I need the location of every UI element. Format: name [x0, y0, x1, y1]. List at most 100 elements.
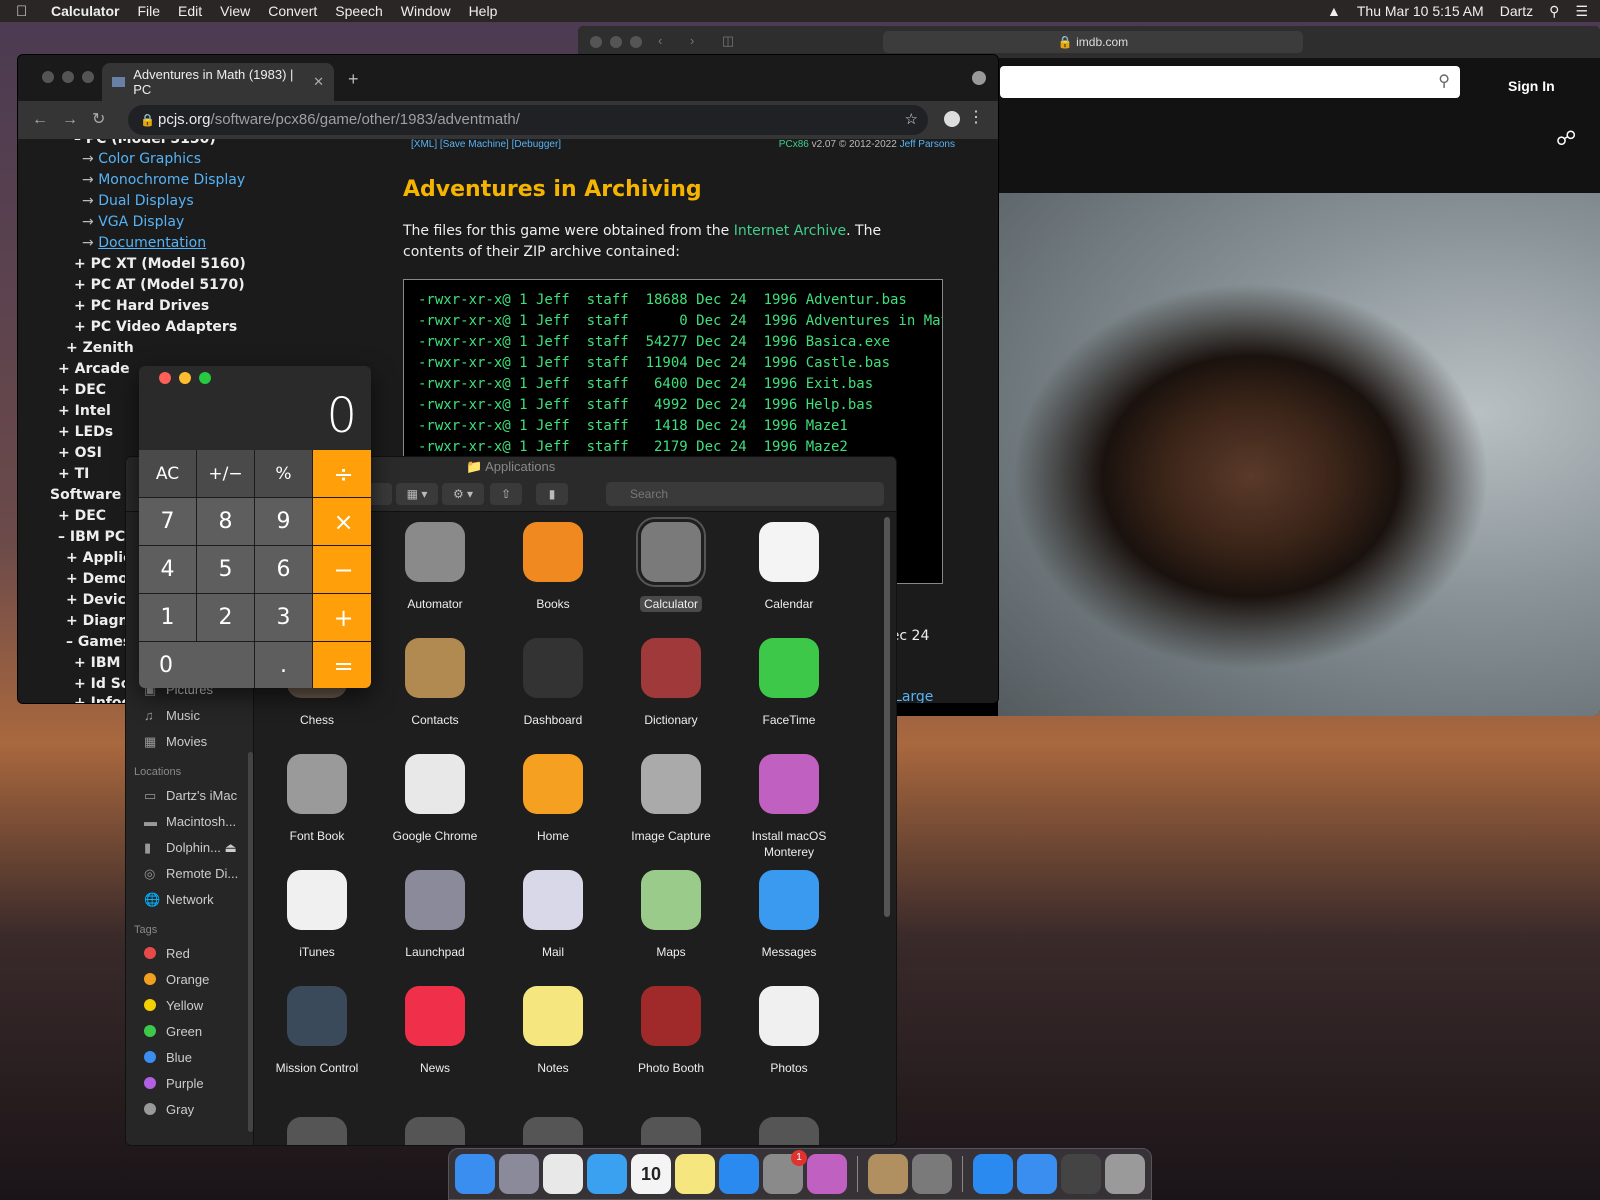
digit-8-button[interactable]: 8 — [197, 498, 254, 545]
menu-convert[interactable]: Convert — [268, 3, 317, 19]
pcx86-link[interactable]: PCx86 — [779, 139, 809, 150]
divide-button[interactable]: ÷ — [313, 450, 371, 497]
grid-view-icon[interactable]: ▦ ▾ — [396, 483, 438, 505]
machine-links[interactable]: [XML] [Save Machine] [Debugger] — [411, 139, 561, 150]
share-icon[interactable]: ⇧ — [490, 483, 522, 505]
calculator-icon[interactable] — [912, 1154, 952, 1194]
share-icon[interactable]: ☍ — [1556, 126, 1576, 151]
app-calculator[interactable]: Calculator — [612, 517, 730, 612]
app-font-book[interactable]: Font Book — [258, 754, 376, 844]
tab-search-icon[interactable] — [972, 71, 986, 85]
sidebar-item-dolphin[interactable]: ▮ Dolphin... ⏏ — [144, 840, 237, 856]
sign-button[interactable]: +∕− — [197, 450, 254, 497]
screenshot-icon[interactable] — [1061, 1154, 1101, 1194]
tree-item[interactable]: + PC Video Adapters — [74, 319, 237, 335]
app-partial-icon[interactable] — [405, 1117, 465, 1145]
app-facetime[interactable]: FaceTime — [730, 638, 848, 728]
tree-link[interactable]: → Color Graphics — [82, 151, 201, 167]
menu-view[interactable]: View — [220, 3, 250, 19]
digit-3-button[interactable]: 3 — [255, 594, 312, 641]
equals-button[interactable]: = — [313, 642, 371, 688]
app-home[interactable]: Home — [494, 754, 612, 844]
app-photos[interactable]: Photos — [730, 986, 848, 1076]
tag-blue[interactable]: Blue — [144, 1050, 192, 1065]
sidebar-item-movies[interactable]: ▦ Movies — [144, 734, 207, 750]
calendar-icon[interactable]: 10 — [631, 1154, 671, 1194]
digit-6-button[interactable]: 6 — [255, 546, 312, 593]
spotlight-icon[interactable]: ⚲ — [1549, 3, 1559, 20]
eject-icon[interactable]: ⏏ — [225, 840, 237, 855]
install-macos-icon[interactable] — [807, 1154, 847, 1194]
digit-9-button[interactable]: 9 — [255, 498, 312, 545]
tree-link[interactable]: → Monochrome Display — [82, 172, 245, 188]
app-messages[interactable]: Messages — [730, 870, 848, 960]
profile-icon[interactable] — [944, 111, 960, 127]
digit-0-button[interactable]: 0 — [139, 642, 254, 688]
close-icon[interactable] — [42, 71, 54, 83]
tree-link[interactable]: → Documentation — [82, 235, 206, 251]
app-automator[interactable]: Automator — [376, 522, 494, 612]
decimal-button[interactable]: . — [255, 642, 312, 688]
tree-item[interactable]: + PC AT (Model 5170) — [74, 277, 245, 293]
tree-item[interactable]: Software — [50, 487, 121, 503]
app-store-folder-icon[interactable] — [973, 1154, 1013, 1194]
tree-item[interactable]: + Zenith — [66, 340, 134, 356]
tree-item[interactable]: + LEDs — [58, 424, 113, 440]
finder-search-input[interactable]: Search — [606, 482, 884, 506]
tag-yellow[interactable]: Yellow — [144, 998, 203, 1013]
menu-file[interactable]: File — [137, 3, 160, 19]
tree-item[interactable]: + OSI — [58, 445, 102, 461]
bookmark-star-icon[interactable]: ☆ — [905, 105, 918, 135]
tree-item[interactable]: + Arcade — [58, 361, 130, 377]
app-news[interactable]: News — [376, 986, 494, 1076]
app-photo-booth[interactable]: Photo Booth — [612, 986, 730, 1076]
digit-1-button[interactable]: 1 — [139, 594, 196, 641]
tag-gray[interactable]: Gray — [144, 1102, 194, 1117]
close-icon[interactable] — [159, 372, 171, 384]
system-preferences-icon[interactable]: 1 — [763, 1150, 807, 1194]
app-itunes[interactable]: iTunes — [258, 870, 376, 960]
minimize-icon[interactable] — [62, 71, 74, 83]
chrome-icon[interactable] — [543, 1154, 583, 1194]
grid-scrollbar[interactable] — [884, 517, 890, 917]
sidebar-item-network[interactable]: 🌐 Network — [144, 892, 214, 908]
multiply-button[interactable]: × — [313, 498, 371, 545]
new-tab-icon[interactable]: + — [348, 69, 359, 90]
eject-icon[interactable]: ▲ — [1327, 3, 1341, 19]
app-dictionary[interactable]: Dictionary — [612, 638, 730, 728]
close-icon[interactable] — [590, 36, 602, 48]
tree-item[interactable]: + DEC — [58, 382, 106, 398]
author-link[interactable]: Jeff Parsons — [900, 139, 955, 150]
tag-red[interactable]: Red — [144, 946, 190, 961]
control-center-icon[interactable]: ☰ — [1575, 3, 1588, 20]
add-button[interactable]: + — [313, 594, 371, 641]
minimize-icon[interactable] — [610, 36, 622, 48]
tree-item[interactable]: – IBM PC — [58, 529, 125, 545]
app-google-chrome[interactable]: Google Chrome — [376, 754, 494, 844]
sidebar-item-music[interactable]: ♫ Music — [144, 708, 200, 723]
search-icon[interactable]: ⚲ — [1438, 71, 1450, 91]
tree-item[interactable]: + Infoc — [74, 695, 130, 703]
digit-4-button[interactable]: 4 — [139, 546, 196, 593]
sidebar-item-imac[interactable]: ▭ Dartz's iMac — [144, 788, 237, 804]
percent-button[interactable]: % — [255, 450, 312, 497]
safari-nav-icons[interactable]: ‹ › ◫ — [658, 33, 746, 49]
zoom-icon[interactable] — [82, 71, 94, 83]
finder-icon[interactable] — [455, 1154, 495, 1194]
tree-link[interactable]: → Dual Displays — [82, 193, 194, 209]
app-launchpad[interactable]: Launchpad — [376, 870, 494, 960]
gear-icon[interactable]: ⚙ ▾ — [442, 483, 484, 505]
omnibox[interactable]: 🔒 pcjs.org/software/pcx86/game/other/198… — [128, 105, 928, 135]
app-store-icon[interactable] — [719, 1154, 759, 1194]
sidebar-item-macintosh[interactable]: ▬ Macintosh... — [144, 814, 236, 829]
tree-item[interactable]: + IBM — [74, 655, 120, 671]
sidebar-scrollbar[interactable] — [248, 752, 253, 1132]
app-partial-icon[interactable] — [641, 1117, 701, 1145]
app-contacts[interactable]: Contacts — [376, 638, 494, 728]
app-image-capture[interactable]: Image Capture — [612, 754, 730, 844]
digit-7-button[interactable]: 7 — [139, 498, 196, 545]
notes-icon[interactable] — [675, 1154, 715, 1194]
digit-2-button[interactable]: 2 — [197, 594, 254, 641]
tree-item[interactable]: – Games — [66, 634, 131, 650]
clear-button[interactable]: AC — [139, 450, 196, 497]
